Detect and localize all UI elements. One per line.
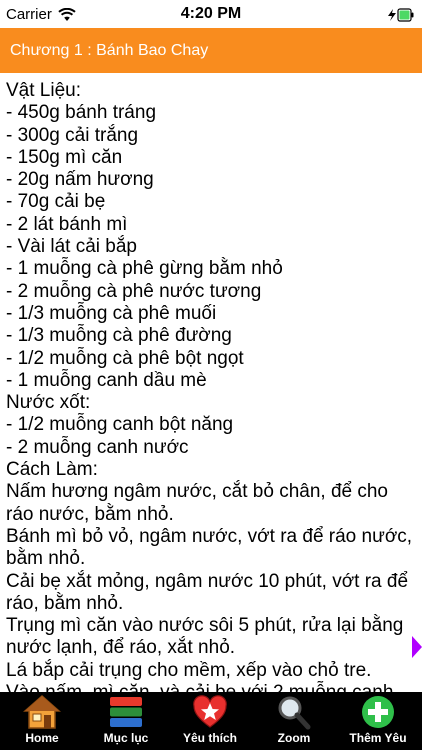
tab-add-favorite[interactable]: Thêm Yêu	[336, 692, 420, 750]
content-line: - 2 muỗng canh nước	[6, 436, 189, 458]
star-icon	[193, 695, 227, 728]
battery-icon	[388, 8, 414, 22]
content-paragraph: Trụng mì căn vào nước sôi 5 phút, rửa lạ…	[6, 615, 404, 659]
content-line: - 1 muỗng cà phê gừng bằm nhỏ	[6, 258, 283, 280]
content-paragraph: Cải bẹ xắt mỏng, ngâm nước 10 phút, vớt …	[6, 570, 409, 614]
content-line: - 150g mì căn	[6, 146, 123, 168]
next-page-arrow-icon[interactable]	[412, 636, 422, 658]
content-line: - 2 lát bánh mì	[6, 213, 128, 235]
content-line: - 450g bánh tráng	[6, 102, 157, 124]
content-line: - 20g nấm hương	[6, 169, 154, 191]
content-paragraph: Lá bắp cải trụng cho mềm, xếp vào chỏ tr…	[6, 659, 372, 681]
tab-label: Mục lục	[103, 731, 149, 745]
content-line: Nước xốt:	[6, 392, 91, 414]
nav-bar: Chương 1 : Bánh Bao Chay	[0, 28, 422, 73]
tab-favorites[interactable]: Yêu thích	[168, 692, 252, 750]
content-line: - Vài lát cải bắp	[6, 236, 137, 258]
status-right	[374, 7, 414, 27]
status-bar: Carrier 4:20 PM	[0, 0, 422, 28]
recipe-content[interactable]: Vật Liệu: - 450g bánh tráng - 300g cải t…	[6, 80, 418, 692]
tab-label: Thêm Yêu	[349, 731, 407, 745]
tab-label: Yêu thích	[182, 731, 237, 745]
nav-title: Chương 1 : Bánh Bao Chay	[10, 42, 209, 59]
list-icon	[110, 697, 142, 727]
content-paragraph: Bánh mì bỏ vỏ, ngâm nước, vớt ra để ráo …	[6, 525, 413, 570]
home-icon	[23, 694, 61, 729]
tab-label: Zoom	[277, 731, 311, 745]
content-line: - 1 muỗng canh dầu mè	[6, 369, 207, 391]
content-line: Vật Liệu:	[6, 80, 81, 101]
content-line: Cách Làm:	[6, 459, 98, 481]
tab-table-of-contents[interactable]: Mục lục	[84, 692, 168, 750]
content-line: - 1/2 muỗng cà phê bột ngọt	[6, 347, 244, 369]
magnifier-icon	[278, 696, 311, 730]
content-line: - 1/3 muỗng cà phê muối	[6, 302, 217, 324]
tab-home[interactable]: Home	[0, 692, 84, 750]
tab-bar: Home Mục lục Yêu thích Zoom Thêm Yêu	[0, 692, 422, 750]
tab-label: Home	[25, 731, 59, 745]
content-line: - 1/3 muỗng cà phê đường	[6, 325, 232, 347]
status-time: 4:20 PM	[180, 5, 242, 22]
plus-icon	[362, 696, 394, 728]
content-line: - 300g cải trắng	[6, 124, 139, 146]
content-paragraph: Nấm hương ngâm nước, cắt bỏ chân, để cho…	[6, 481, 389, 525]
content-line: - 2 muỗng cà phê nước tương	[6, 280, 262, 302]
tab-zoom[interactable]: Zoom	[252, 692, 336, 750]
content-line: - 1/2 muỗng canh bột năng	[6, 414, 234, 436]
content-line: - 70g cải bẹ	[6, 191, 106, 213]
content-paragraph: Vào nấm, mì căn, và cải bẹ với 2 muỗng c…	[6, 682, 418, 692]
